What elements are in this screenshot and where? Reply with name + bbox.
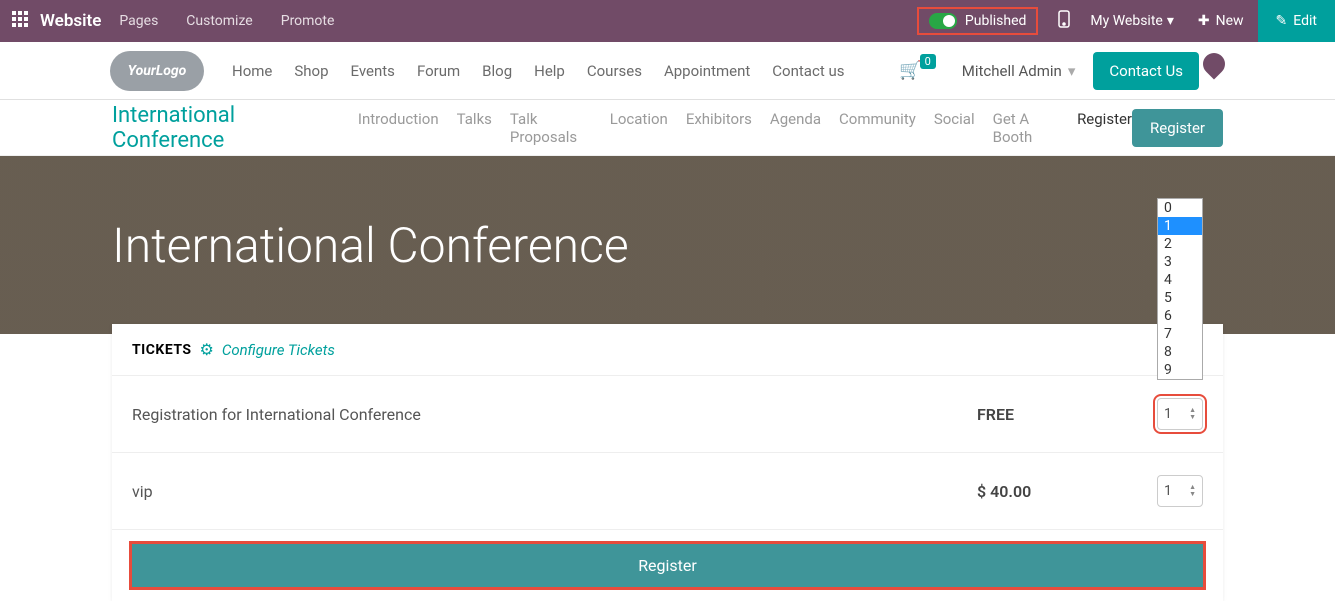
- register-button-main[interactable]: Register: [132, 544, 1203, 587]
- ticket-row: vip $ 40.00 1 ▲▼: [112, 453, 1223, 530]
- gear-icon[interactable]: ⚙: [200, 340, 214, 359]
- tickets-title: TICKETS: [132, 342, 192, 358]
- edit-button[interactable]: ✎ Edit: [1258, 0, 1335, 42]
- nav-menu: Home Shop Events Forum Blog Help Courses…: [232, 62, 844, 80]
- option-6[interactable]: 6: [1158, 307, 1202, 325]
- option-0[interactable]: 0: [1158, 199, 1202, 217]
- nav-shop[interactable]: Shop: [294, 62, 328, 80]
- navbar: YourLogo Home Shop Events Forum Blog Hel…: [0, 42, 1335, 100]
- link-social[interactable]: Social: [934, 110, 975, 146]
- option-1[interactable]: 1: [1158, 217, 1202, 235]
- hero-title: International Conference: [112, 217, 629, 274]
- contact-us-button[interactable]: Contact Us: [1093, 52, 1199, 90]
- user-menu[interactable]: Mitchell Admin ▾: [962, 62, 1076, 80]
- spinner-arrows-icon[interactable]: ▲▼: [1189, 407, 1196, 421]
- tab-pages[interactable]: Pages: [119, 13, 158, 29]
- cart-icon[interactable]: 🛒0: [899, 60, 921, 81]
- nav-courses[interactable]: Courses: [587, 62, 642, 80]
- spinner-arrows-icon[interactable]: ▲▼: [1189, 484, 1196, 498]
- quantity-value: 1: [1164, 483, 1172, 499]
- published-toggle[interactable]: Published: [917, 7, 1038, 35]
- cart-badge: 0: [920, 54, 936, 69]
- ticket-row: Registration for International Conferenc…: [112, 376, 1223, 453]
- link-exhibitors[interactable]: Exhibitors: [686, 110, 752, 146]
- option-7[interactable]: 7: [1158, 325, 1202, 343]
- quantity-stepper[interactable]: 1 ▲▼: [1157, 475, 1203, 507]
- tab-promote[interactable]: Promote: [281, 13, 335, 29]
- option-5[interactable]: 5: [1158, 289, 1202, 307]
- subnav-title[interactable]: International Conference: [112, 103, 344, 153]
- ticket-name: Registration for International Conferenc…: [132, 405, 977, 424]
- drop-icon: [1198, 48, 1229, 79]
- subnav: International Conference Introduction Ta…: [0, 100, 1335, 156]
- logo-text: YourLogo: [128, 63, 187, 79]
- brand[interactable]: Website: [40, 11, 119, 31]
- my-website-label: My Website: [1090, 13, 1162, 29]
- ticket-name: vip: [132, 482, 977, 501]
- new-button[interactable]: ✚ New: [1184, 13, 1258, 29]
- link-get-booth[interactable]: Get A Booth: [993, 110, 1059, 146]
- quantity-stepper[interactable]: 1 ▲▼: [1157, 398, 1203, 430]
- tickets-footer: Register: [112, 530, 1223, 601]
- my-website-dropdown[interactable]: My Website ▾: [1080, 13, 1183, 29]
- edit-label: Edit: [1293, 13, 1317, 29]
- subnav-links: Introduction Talks Talk Proposals Locati…: [358, 110, 1132, 146]
- quantity-value: 1: [1164, 406, 1172, 422]
- pencil-icon: ✎: [1276, 13, 1288, 29]
- quantity-dropdown[interactable]: 0 1 2 3 4 5 6 7 8 9: [1157, 198, 1203, 380]
- nav-appointment[interactable]: Appointment: [664, 62, 750, 80]
- apps-icon[interactable]: [0, 11, 40, 31]
- option-4[interactable]: 4: [1158, 271, 1202, 289]
- toggle-switch-icon[interactable]: [929, 13, 957, 29]
- link-agenda[interactable]: Agenda: [770, 110, 821, 146]
- caret-down-icon: ▾: [1068, 62, 1076, 80]
- plus-icon: ✚: [1198, 13, 1210, 29]
- nav-help[interactable]: Help: [534, 62, 565, 80]
- topbar: Website Pages Customize Promote Publishe…: [0, 0, 1335, 42]
- nav-events[interactable]: Events: [351, 62, 395, 80]
- link-location[interactable]: Location: [610, 110, 668, 146]
- published-label: Published: [965, 13, 1026, 29]
- tab-customize[interactable]: Customize: [186, 13, 252, 29]
- mobile-icon[interactable]: [1058, 10, 1070, 32]
- link-talk-proposals[interactable]: Talk Proposals: [510, 110, 592, 146]
- nav-contact[interactable]: Contact us: [772, 62, 844, 80]
- option-3[interactable]: 3: [1158, 253, 1202, 271]
- option-2[interactable]: 2: [1158, 235, 1202, 253]
- configure-link[interactable]: Configure Tickets: [222, 341, 335, 359]
- link-introduction[interactable]: Introduction: [358, 110, 439, 146]
- nav-forum[interactable]: Forum: [417, 62, 460, 80]
- tickets-header: TICKETS ⚙ Configure Tickets: [112, 324, 1223, 376]
- link-talks[interactable]: Talks: [457, 110, 492, 146]
- link-register[interactable]: Register: [1077, 110, 1132, 146]
- user-label: Mitchell Admin: [962, 62, 1062, 80]
- hero: International Conference: [0, 156, 1335, 334]
- option-9[interactable]: 9: [1158, 361, 1202, 379]
- option-8[interactable]: 8: [1158, 343, 1202, 361]
- new-label: New: [1216, 13, 1244, 29]
- top-tabs: Pages Customize Promote: [119, 13, 334, 29]
- nav-home[interactable]: Home: [232, 62, 272, 80]
- logo[interactable]: YourLogo: [110, 51, 204, 91]
- register-button-top[interactable]: Register: [1132, 109, 1223, 147]
- tickets-card: TICKETS ⚙ Configure Tickets Registration…: [112, 324, 1223, 601]
- ticket-price: FREE: [977, 405, 1157, 424]
- link-community[interactable]: Community: [839, 110, 916, 146]
- nav-blog[interactable]: Blog: [482, 62, 512, 80]
- caret-down-icon: ▾: [1167, 13, 1174, 29]
- ticket-price: $ 40.00: [977, 482, 1157, 501]
